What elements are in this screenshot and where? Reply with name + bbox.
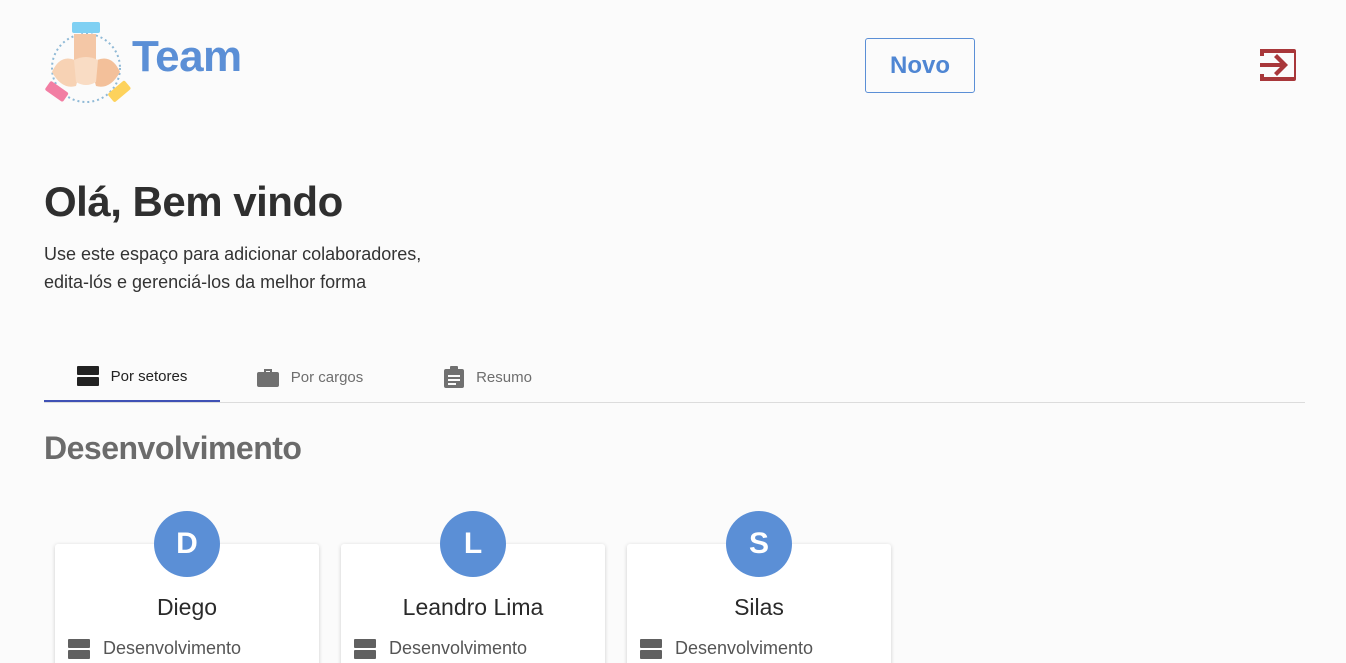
tab-por-cargos[interactable]: Por cargos: [220, 352, 400, 402]
page-title: Olá, Bem vindo: [44, 178, 343, 225]
view-tabs: Por setores Por cargos Resumo: [44, 352, 1305, 403]
sector-label: Desenvolvimento: [389, 638, 528, 658]
employee-name: Leandro Lima: [402, 594, 544, 620]
employee-sector: Desenvolvimento: [68, 638, 241, 659]
sector-label: Desenvolvimento: [103, 638, 242, 658]
sectors-icon: [68, 638, 90, 659]
subtitle-line-2: edita-lós e gerenciá-los da melhor forma: [44, 272, 367, 292]
employee-sector: Desenvolvimento: [354, 638, 527, 659]
logout-button[interactable]: [1256, 43, 1300, 87]
sectors-icon: [640, 638, 662, 659]
team-hands-logo-icon: [45, 22, 131, 103]
sectors-icon: [354, 638, 376, 659]
logo[interactable]: Team: [44, 20, 244, 110]
tab-por-setores[interactable]: Por setores: [44, 352, 220, 402]
employee-sector: Desenvolvimento: [640, 638, 813, 659]
briefcase-icon: [256, 369, 279, 387]
section-title: Desenvolvimento: [44, 430, 302, 466]
subtitle-line-1: Use este espaço para adicionar colaborad…: [44, 244, 422, 264]
avatar: L: [440, 511, 506, 577]
sectors-icon: [76, 366, 99, 386]
tab-resumo[interactable]: Resumo: [400, 352, 576, 402]
page-subtitle: Use este espaço para adicionar colaborad…: [44, 240, 464, 296]
clipboard-icon: [444, 366, 465, 388]
employee-name: Diego: [156, 594, 218, 620]
logout-icon: [1260, 49, 1296, 81]
tab-label: Por setores: [110, 367, 188, 385]
brand-name: Team: [132, 32, 242, 81]
tab-label: Por cargos: [290, 368, 364, 386]
tab-label: Resumo: [476, 368, 532, 386]
new-employee-button[interactable]: Novo: [865, 38, 975, 93]
sector-label: Desenvolvimento: [675, 638, 814, 658]
avatar: S: [726, 511, 792, 577]
avatar: D: [154, 511, 220, 577]
employee-name: Silas: [734, 594, 784, 620]
